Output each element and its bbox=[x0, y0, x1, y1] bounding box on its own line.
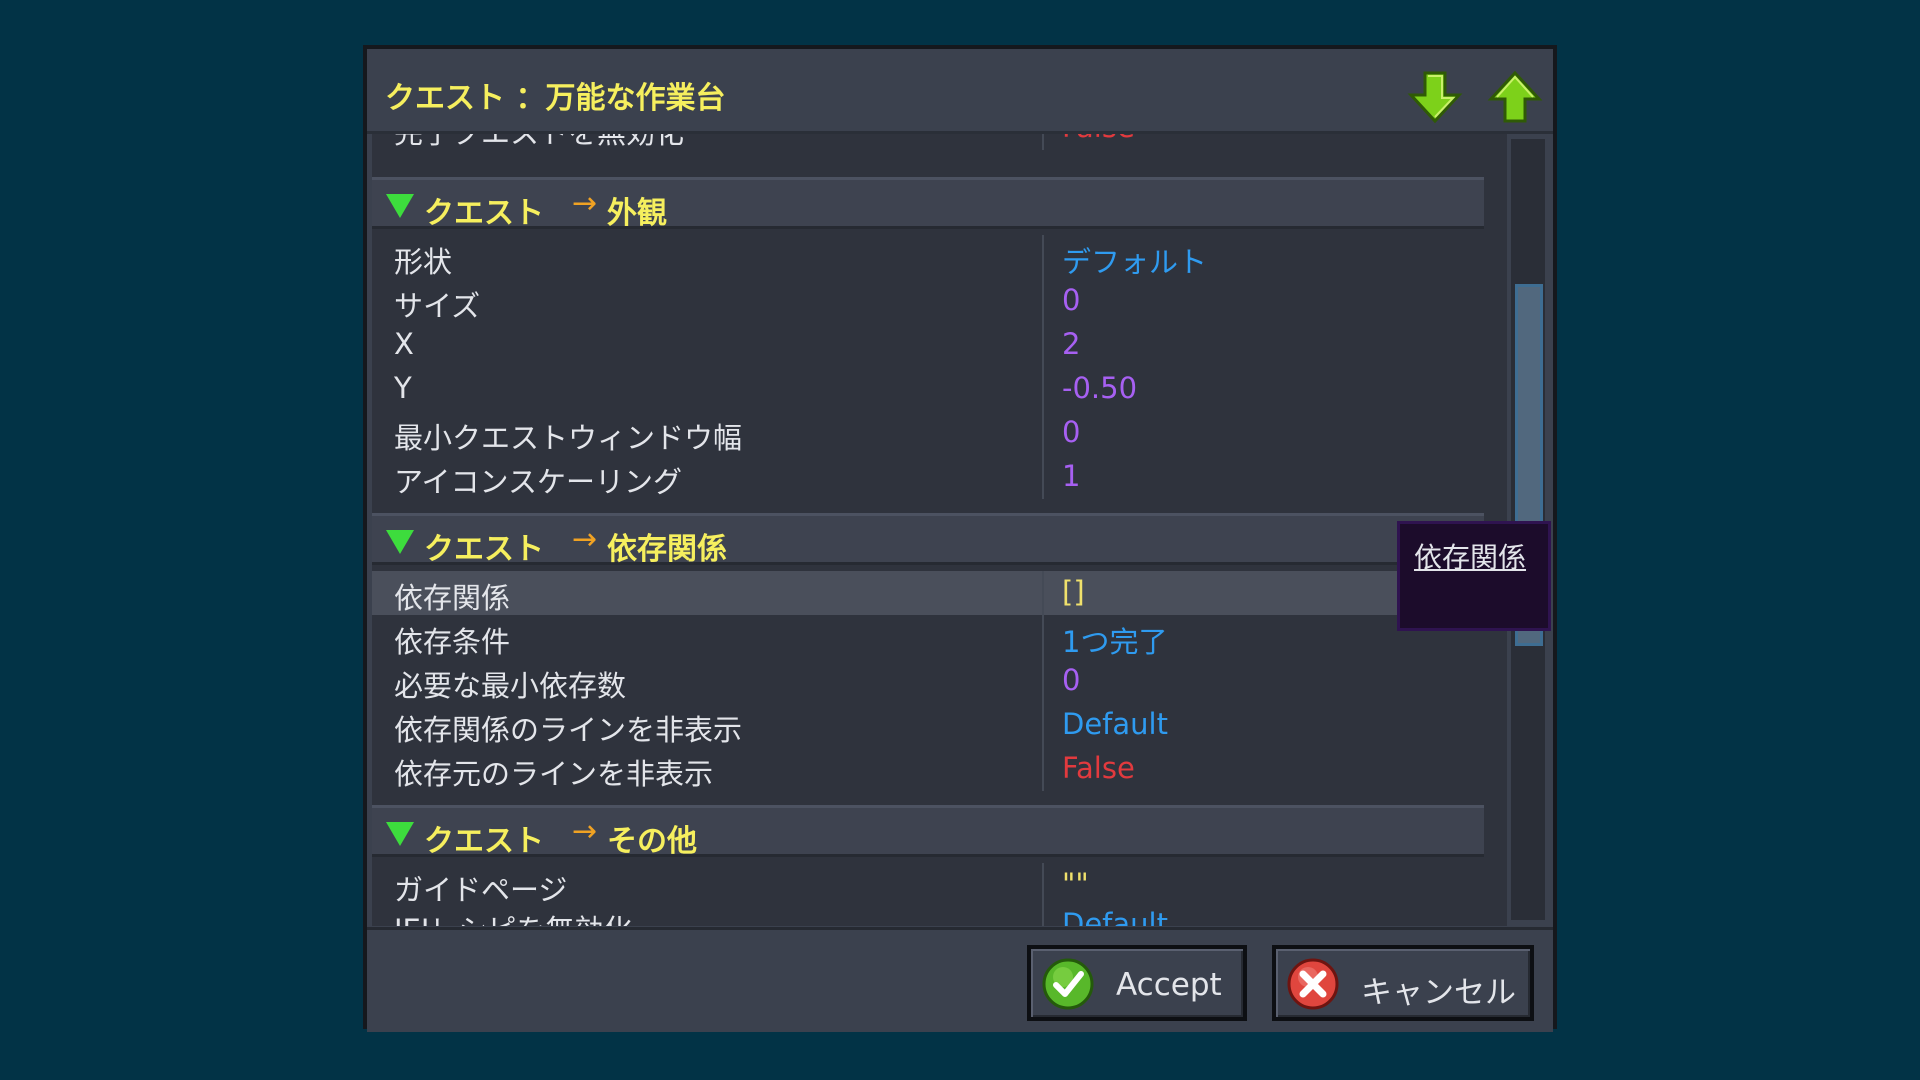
section-arrow: → bbox=[572, 186, 598, 221]
property-row-dependencies[interactable]: 依存関係 [] bbox=[372, 571, 1482, 615]
row-value[interactable]: 0 bbox=[1062, 283, 1080, 317]
row-value[interactable]: 1 bbox=[1062, 459, 1080, 493]
row-key: X bbox=[394, 327, 414, 361]
property-row-hide-dependent-lines[interactable]: 依存元のラインを非表示 False bbox=[372, 747, 1482, 791]
arrow-up-icon[interactable] bbox=[1487, 69, 1543, 125]
expand-triangle-icon[interactable] bbox=[386, 822, 414, 846]
list-row[interactable]: 完了クエストを無効化 False bbox=[372, 134, 1482, 150]
section-arrow: → bbox=[572, 522, 598, 557]
row-value[interactable]: 0 bbox=[1062, 415, 1080, 449]
cancel-label: キャンセル bbox=[1361, 975, 1516, 1011]
row-value[interactable]: -0.50 bbox=[1062, 371, 1137, 405]
column-separator bbox=[1042, 659, 1044, 703]
column-separator bbox=[1042, 903, 1044, 926]
column-separator bbox=[1042, 863, 1044, 907]
column-separator bbox=[1042, 235, 1044, 279]
dialog-footer: Accept キャンセル bbox=[367, 927, 1553, 1032]
dialog-title: クエスト ：万能な作業台 bbox=[385, 81, 726, 116]
column-separator bbox=[1042, 134, 1044, 150]
section-label: クエスト bbox=[424, 532, 544, 567]
property-row-icon-scaling[interactable]: アイコンスケーリング 1 bbox=[372, 455, 1482, 499]
column-separator bbox=[1042, 615, 1044, 659]
row-value[interactable]: 0 bbox=[1062, 663, 1080, 697]
column-separator bbox=[1042, 411, 1044, 455]
arrow-down-icon[interactable] bbox=[1407, 69, 1463, 125]
close-icon bbox=[1287, 958, 1339, 1010]
section-label: クエスト bbox=[424, 824, 544, 859]
property-row-hide-dependency-lines[interactable]: 依存関係のラインを非表示 Default bbox=[372, 703, 1482, 747]
title-bar: クエスト ：万能な作業台 bbox=[367, 49, 1553, 134]
tooltip-text: 依存関係 bbox=[1414, 541, 1527, 574]
row-value[interactable]: 2 bbox=[1062, 327, 1080, 361]
property-row-min-required-dependencies[interactable]: 必要な最小依存数 0 bbox=[372, 659, 1482, 703]
quest-edit-dialog: クエスト ：万能な作業台 完了クエストを無効化 False クエスト → 外観 … bbox=[363, 45, 1557, 1032]
column-separator bbox=[1042, 367, 1044, 411]
column-separator bbox=[1042, 747, 1044, 791]
property-row-guide-page[interactable]: ガイドページ "" bbox=[372, 863, 1482, 907]
row-key: 形状 bbox=[394, 245, 453, 279]
column-separator bbox=[1042, 455, 1044, 499]
property-row-dependency-condition[interactable]: 依存条件 1つ完了 bbox=[372, 615, 1482, 659]
row-key: 依存関係のラインを非表示 bbox=[394, 713, 743, 747]
property-row-x[interactable]: X 2 bbox=[372, 323, 1482, 367]
column-separator bbox=[1042, 571, 1044, 615]
section-arrow: → bbox=[572, 814, 598, 849]
properties-list: 完了クエストを無効化 False クエスト → 外観 形状 デフォルト サイズ … bbox=[372, 134, 1507, 926]
section-sublabel: 依存関係 bbox=[607, 532, 727, 567]
section-sublabel: 外観 bbox=[607, 196, 667, 231]
row-value[interactable]: [] bbox=[1062, 575, 1085, 609]
property-row-shape[interactable]: 形状 デフォルト bbox=[372, 235, 1482, 279]
row-key: 依存条件 bbox=[394, 625, 511, 659]
expand-triangle-icon[interactable] bbox=[386, 194, 414, 218]
column-separator bbox=[1042, 703, 1044, 747]
property-row-disable-jei-recipe[interactable]: JEIレシピを無効化 Default bbox=[372, 903, 1482, 926]
section-header-dependencies[interactable]: クエスト → 依存関係 bbox=[372, 513, 1484, 567]
property-row-min-window-width[interactable]: 最小クエストウィンドウ幅 0 bbox=[372, 411, 1482, 455]
tooltip: 依存関係 bbox=[1397, 521, 1551, 631]
row-value[interactable]: "" bbox=[1062, 867, 1089, 901]
property-row-size[interactable]: サイズ 0 bbox=[372, 279, 1482, 323]
row-value[interactable]: False bbox=[1062, 751, 1135, 785]
row-key: アイコンスケーリング bbox=[394, 465, 682, 499]
row-value[interactable]: 1つ完了 bbox=[1062, 619, 1167, 661]
row-value[interactable]: Default bbox=[1062, 707, 1168, 741]
row-key: JEIレシピを無効化 bbox=[394, 907, 632, 926]
section-label: クエスト bbox=[424, 196, 544, 231]
row-value[interactable]: デフォルト bbox=[1062, 239, 1207, 281]
row-key: サイズ bbox=[394, 289, 481, 323]
section-sublabel: その他 bbox=[607, 824, 697, 859]
section-header-misc[interactable]: クエスト → その他 bbox=[372, 805, 1484, 859]
row-key: 最小クエストウィンドウ幅 bbox=[394, 421, 743, 455]
column-separator bbox=[1042, 323, 1044, 367]
accept-label: Accept bbox=[1116, 967, 1222, 1003]
section-header-appearance[interactable]: クエスト → 外観 bbox=[372, 177, 1484, 231]
row-value[interactable]: Default bbox=[1062, 907, 1168, 926]
column-separator bbox=[1042, 279, 1044, 323]
row-key: 完了クエストを無効化 bbox=[394, 134, 684, 152]
row-value[interactable]: False bbox=[1062, 134, 1135, 144]
row-key: Y bbox=[394, 371, 412, 405]
row-key: 依存元のラインを非表示 bbox=[394, 757, 714, 791]
check-icon bbox=[1042, 958, 1094, 1010]
row-key: 依存関係 bbox=[394, 581, 511, 615]
expand-triangle-icon[interactable] bbox=[386, 530, 414, 554]
accept-button[interactable]: Accept bbox=[1027, 945, 1247, 1021]
row-key: 必要な最小依存数 bbox=[394, 669, 627, 703]
cancel-button[interactable]: キャンセル bbox=[1272, 945, 1534, 1021]
property-row-y[interactable]: Y -0.50 bbox=[372, 367, 1482, 411]
